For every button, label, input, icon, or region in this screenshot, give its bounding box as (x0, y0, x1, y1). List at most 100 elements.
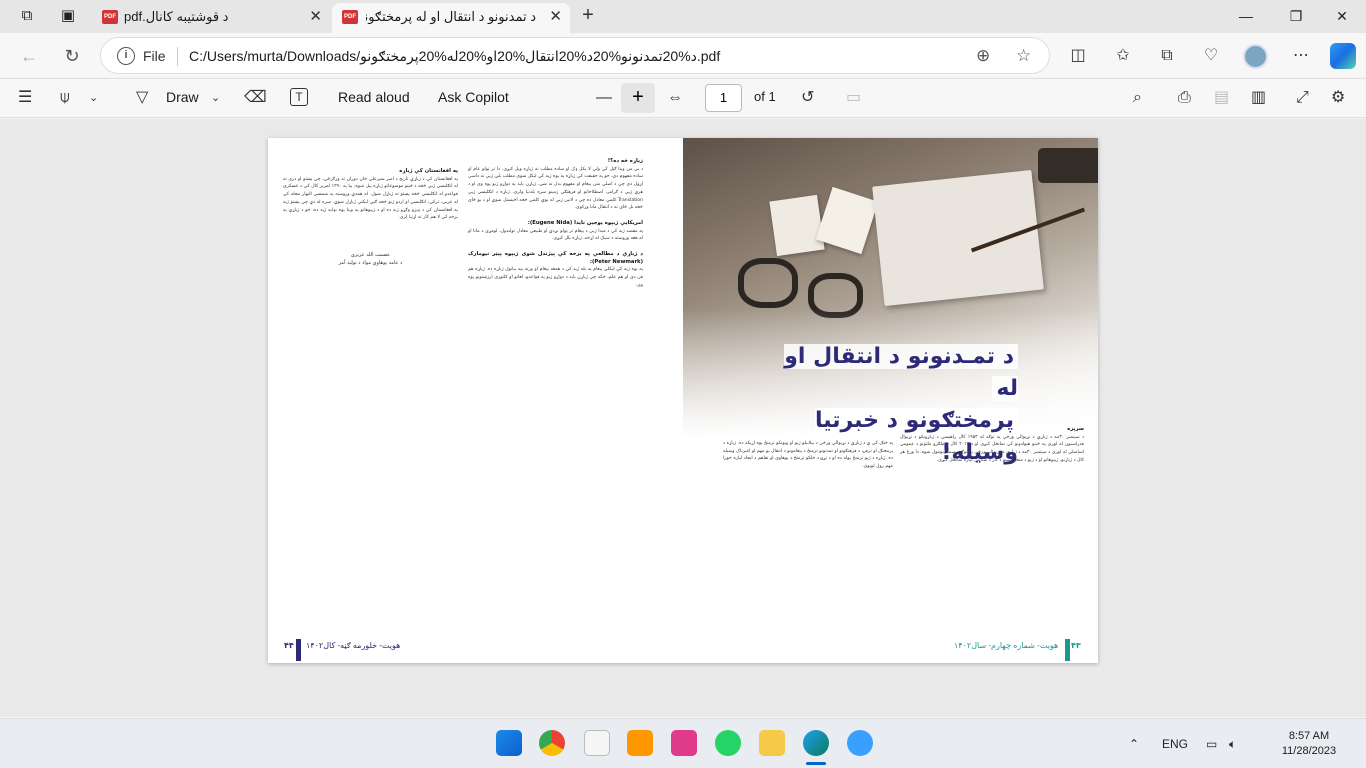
eraser-icon[interactable]: ⌫ (244, 88, 267, 108)
tab-title: د قوشتیبه کانال.pdf (124, 9, 229, 24)
tab-inactive[interactable]: PDF د قوشتیبه کانال.pdf ✕ (90, 3, 330, 33)
save-as-icon[interactable]: ▥ (1251, 88, 1266, 108)
section-heading: زباړه څه ده؟! (607, 158, 643, 164)
chevron-down-icon[interactable]: ⌄ (211, 88, 220, 108)
section-heading: امريکايي ژبپوه يوجين نايدا (Eugene Nida)… (527, 219, 643, 226)
search-icon[interactable]: ⌕ (1133, 88, 1142, 108)
workspaces-icon[interactable]: ⧉ (16, 6, 38, 26)
left-column-2: په افغانستان کې ژباړه په افغانستان کې د … (283, 168, 458, 267)
footer-right-text: هويت- شماره چهارم- سال۱۴۰۲ (954, 641, 1059, 650)
pdf-toolbar (0, 78, 1366, 118)
camera-graphic (1038, 148, 1098, 183)
clock[interactable]: 8:57 AM 11/28/2023 (1259, 729, 1359, 759)
windows-start-icon[interactable] (496, 730, 522, 756)
rotate-icon[interactable]: ↺ (801, 88, 814, 108)
paragraph: د سپتمبر ۳۰مه د ژباړې د نړيوالې ورځې په … (900, 434, 1084, 463)
signature-role: د عامه پوهاوي مواد د توليد آمر (338, 259, 403, 266)
pdf-icon: PDF (102, 10, 118, 24)
photo-graphic (769, 194, 825, 257)
new-tab-button[interactable]: + (576, 5, 600, 27)
whatsapp-icon[interactable] (715, 730, 741, 756)
footer-bar (1065, 639, 1070, 661)
draw-icon[interactable]: ▽ (136, 88, 148, 108)
zoom-in-button[interactable]: + (621, 83, 655, 113)
profile-avatar[interactable] (1243, 44, 1268, 69)
tab-active[interactable]: PDF د تمدنونو د انتقال او له پرمختګونو.f… (332, 3, 570, 33)
footer-bar (296, 639, 301, 661)
scheme-label: File (143, 48, 166, 64)
paragraph: په څنګ کې ې د ژباړې د نړيوالې ورځې د بيل… (723, 441, 893, 470)
paint-icon[interactable] (847, 730, 873, 756)
print-icon[interactable]: ⎙ (1178, 88, 1191, 108)
back-button[interactable]: ← (17, 45, 41, 67)
glasses-graphic (738, 258, 798, 308)
right-column-1: سرېزه د سپتمبر ۳۰مه د ژباړې د نړيوالې ور… (900, 426, 1084, 465)
section-heading: په افغانستان کې ژباړه (399, 168, 458, 174)
date: 11/28/2023 (1281, 745, 1337, 757)
favorites-icon[interactable]: ✩ (1111, 45, 1135, 67)
draw-button[interactable]: Draw (166, 89, 199, 105)
refresh-button[interactable]: ↻ (60, 45, 84, 67)
read-aloud-button[interactable]: Read aloud (338, 89, 410, 105)
pdf-page: زباړه څه ده؟! د بې من وينا ګڼل کې ولې لا… (268, 138, 1098, 663)
paragraph: په مقصد ژبه کې د مبدا ژبې د پيغام تر ټول… (468, 228, 643, 242)
settings-gear-icon[interactable]: ⚙ (1331, 88, 1345, 108)
paragraph: په افغانستان کې د ژباړې تاريخ د امير شير… (283, 176, 458, 221)
ask-copilot-button[interactable]: Ask Copilot (438, 89, 509, 105)
paragraph: په يوه ژبه کې ليکلي پيغام په بله ژبه کې … (468, 267, 643, 288)
paragraph: د بې من وينا ګڼل کې ولې لا يکل ډک او ساد… (468, 166, 643, 211)
address-bar[interactable]: i File C:/Users/murta/Downloads/د%20تمدن… (100, 37, 1050, 74)
file-explorer-icon[interactable] (759, 730, 785, 756)
collections-icon[interactable]: ⧉ (1155, 45, 1179, 67)
close-tab-icon[interactable]: ✕ (549, 3, 562, 31)
sublime-icon[interactable] (627, 730, 653, 756)
tab-title: د تمدنونو د انتقال او له پرمختګونو.f (366, 9, 536, 24)
contents-list-icon[interactable]: ☰ (18, 88, 32, 108)
more-options-icon[interactable]: ⋯ (1289, 45, 1313, 67)
split-screen-icon[interactable]: ◫ (1066, 45, 1090, 67)
zoom-icon[interactable]: ⊕ (976, 46, 990, 66)
title-line-1: د تمـدنونو د انتقال او له (784, 344, 1018, 401)
close-window-button[interactable]: ✕ (1322, 4, 1362, 28)
favorite-star-icon[interactable]: ☆ (1016, 46, 1031, 66)
language-indicator[interactable]: ENG (1162, 737, 1188, 751)
page-number-left: ۴۴ (284, 641, 294, 650)
page-view-icon[interactable]: ▭ (846, 88, 861, 108)
performance-icon[interactable]: ♡ (1199, 45, 1223, 67)
active-app-indicator (806, 762, 826, 765)
page-number-input[interactable]: 1 (705, 84, 742, 112)
restore-button[interactable]: ❐ (1276, 4, 1316, 28)
chrome-icon[interactable] (539, 730, 565, 756)
chevron-up-icon[interactable]: ⌃ (1129, 737, 1139, 751)
minimize-button[interactable]: — (1226, 4, 1266, 28)
page-number-right: ۴۳ (1071, 641, 1081, 650)
signature-name: عصمت الله عزيزي (350, 251, 391, 258)
right-column-2: په څنګ کې ې د ژباړې د نړيوالې ورځې د بيل… (723, 440, 893, 471)
highlight-icon[interactable]: ⍦ (60, 88, 70, 108)
notebook-graphic (872, 169, 1044, 307)
calendar-app-icon[interactable] (584, 730, 610, 756)
edge-icon[interactable] (803, 730, 829, 756)
section-heading: د ژباړې د مطالعې په برخه کې پيژندل شوی ژ… (468, 251, 643, 265)
pdf-icon: PDF (342, 10, 358, 24)
time: 8:57 AM (1288, 730, 1330, 742)
fit-width-icon[interactable]: ⇔ (667, 88, 683, 108)
wps-icon[interactable] (671, 730, 697, 756)
section-heading: سرېزه (1067, 426, 1084, 432)
close-tab-icon[interactable]: ✕ (309, 3, 322, 31)
divider (177, 47, 178, 66)
chevron-down-icon[interactable]: ⌄ (89, 88, 98, 108)
url-text[interactable]: C:/Users/murta/Downloads/د%20تمدنونو%20د… (189, 48, 720, 65)
left-column-1: زباړه څه ده؟! د بې من وينا ګڼل کې ولې لا… (468, 158, 643, 290)
volume-icon[interactable]: 🔈︎ (1229, 737, 1236, 752)
page-count-label: of 1 (754, 89, 776, 104)
vertical-tabs-icon[interactable]: ▣ (57, 6, 79, 26)
save-icon[interactable]: ▤ (1214, 88, 1229, 108)
info-icon[interactable]: i (117, 47, 135, 65)
copilot-icon[interactable] (1330, 43, 1356, 69)
battery-icon[interactable]: ▭ (1206, 737, 1217, 751)
footer-left-text: هويت- خلورمه ګڼه- کال۱۴۰۲ (306, 641, 401, 650)
text-box-icon[interactable]: T (290, 88, 308, 106)
zoom-out-icon[interactable]: — (596, 88, 612, 108)
fullscreen-icon[interactable]: ⤢ (1296, 88, 1309, 108)
